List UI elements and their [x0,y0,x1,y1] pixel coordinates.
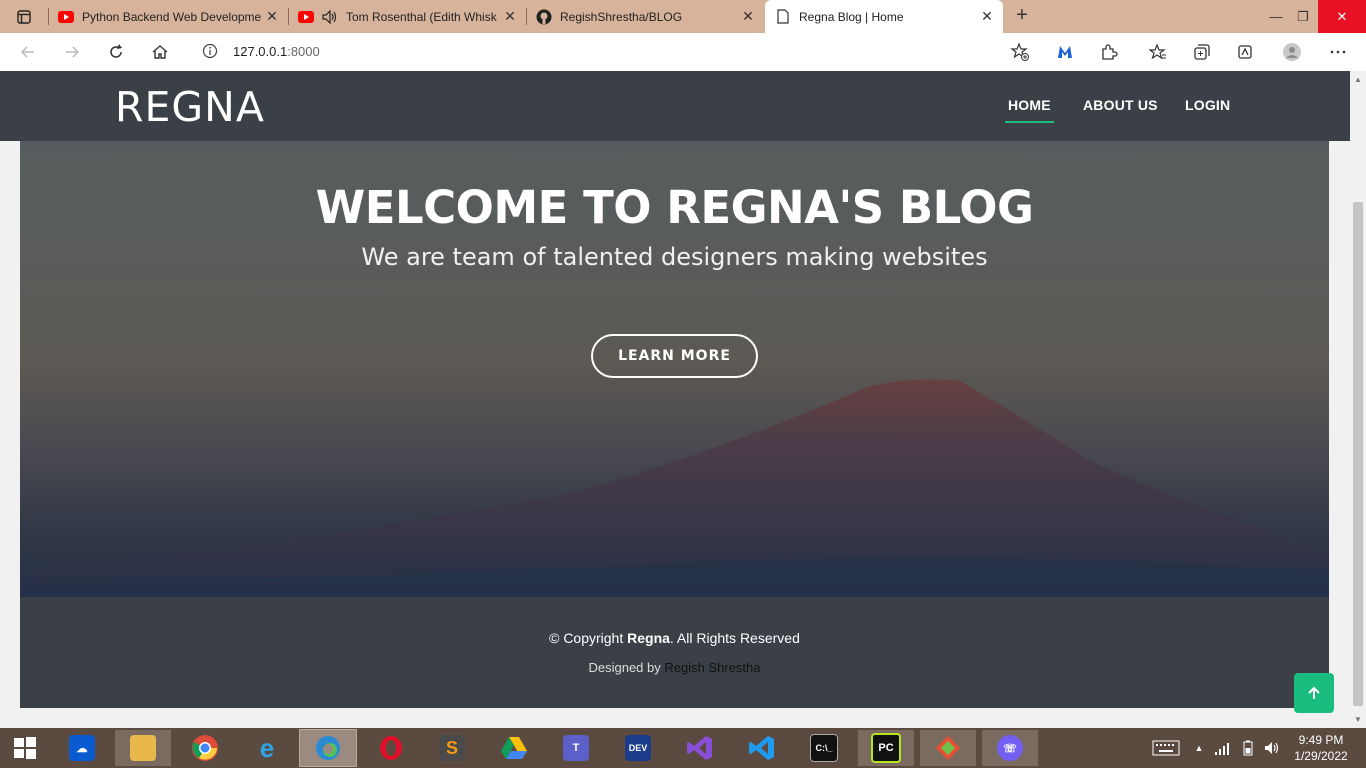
new-tab-button[interactable]: + [1010,4,1034,28]
touch-keyboard-icon[interactable] [1150,728,1182,768]
tab-actions-icon[interactable] [8,6,40,28]
tab-close-icon[interactable]: ✕ [500,8,520,25]
viber-taskbar-icon[interactable]: ☏ [982,730,1038,766]
git-gui-taskbar-icon[interactable] [920,730,976,766]
teams-taskbar-icon[interactable]: T [548,730,604,766]
copyright-prefix: © Copyright [549,630,628,646]
nav-login[interactable]: LOGIN [1185,97,1230,113]
battery-icon[interactable] [1237,728,1259,768]
hero-title: WELCOME TO REGNA'S BLOG [315,181,1034,234]
back-to-top-button[interactable] [1294,673,1334,713]
speaker-icon[interactable] [322,9,338,25]
page-viewport: WELCOME TO REGNA'S BLOG We are team of t… [0,71,1350,728]
refresh-button[interactable] [104,40,128,64]
youtube-icon [298,9,314,25]
tab-separator [526,8,527,25]
internet-explorer-taskbar-icon[interactable]: e [239,730,295,766]
collections-icon[interactable] [1191,41,1213,63]
onedrive-taskbar-icon[interactable]: ☁ [54,730,110,766]
tab-title: Regna Blog | Home [799,9,904,24]
favorites-icon[interactable] [1147,41,1169,63]
forward-button[interactable] [60,40,84,64]
tab-separator [288,8,289,25]
url-port: :8000 [287,44,320,59]
restore-button[interactable]: ❐ [1289,0,1317,33]
clock-time: 9:49 PM [1298,733,1344,747]
nav-about-us[interactable]: ABOUT US [1083,97,1158,113]
designer-link[interactable]: Regish Shrestha [664,660,760,675]
windows-taskbar: ☁ e S T DEV C:\_ PC ☏ ▲ 9:49 PM 1/29/202… [0,728,1366,768]
vscode-taskbar-icon[interactable] [734,730,790,766]
scroll-up-icon[interactable]: ▲ [1354,75,1362,84]
url-text: 127.0.0.1:8000 [233,44,320,59]
chrome-taskbar-icon[interactable] [177,730,233,766]
profile-avatar-icon[interactable] [1281,41,1303,63]
learn-more-button[interactable]: LEARN MORE [591,334,758,378]
page-icon [775,9,791,25]
opera-taskbar-icon[interactable] [363,730,419,766]
arrow-up-icon [1308,686,1320,699]
tab-github-blog[interactable]: RegishShrestha/BLOG ✕ [526,0,764,33]
url-host: 127.0.0.1 [233,44,288,59]
tab-close-icon[interactable]: ✕ [262,8,282,25]
nav-home[interactable]: HOME [1005,97,1054,123]
more-options-icon[interactable] [1327,41,1349,63]
github-icon [536,9,552,25]
copyright-text: © Copyright Regna. All Rights Reserved [20,630,1329,646]
home-button[interactable] [148,40,172,64]
designed-by-prefix: Designed by [588,660,665,675]
tab-title: Tom Rosenthal (Edith Whisk [346,9,497,24]
sublime-text-taskbar-icon[interactable]: S [424,730,480,766]
performance-icon[interactable] [1234,41,1256,63]
network-signal-icon[interactable] [1212,728,1234,768]
page-container: WELCOME TO REGNA'S BLOG We are team of t… [20,71,1329,708]
tab-close-icon[interactable]: ✕ [738,8,758,25]
malwarebytes-extension-icon[interactable] [1054,41,1076,63]
tab-separator [48,8,49,25]
tab-title: Python Backend Web Developme [82,9,262,24]
file-explorer-taskbar-icon[interactable] [115,730,171,766]
copyright-suffix: . All Rights Reserved [669,630,800,646]
pycharm-taskbar-icon[interactable]: PC [858,730,914,766]
windows-start-icon[interactable] [0,728,50,768]
site-logo[interactable]: REGNA [115,83,265,131]
close-window-button[interactable]: ✕ [1318,0,1366,33]
volume-icon[interactable] [1261,728,1283,768]
site-footer: © Copyright Regna. All Rights Reserved D… [20,597,1329,708]
clock-date: 1/29/2022 [1294,749,1348,763]
add-favorite-icon[interactable] [1010,42,1030,62]
edge-taskbar-icon[interactable] [299,729,357,767]
hero-subtitle: We are team of talented designers making… [361,243,988,271]
back-button[interactable] [16,40,40,64]
tab-close-icon[interactable]: ✕ [977,8,997,25]
browser-toolbar: 127.0.0.1:8000 [0,33,1366,71]
site-header: REGNA HOME ABOUT US LOGIN [0,71,1350,141]
designed-by-text: Designed by Regish Shrestha [20,660,1329,675]
tab-strip: Python Backend Web Developme ✕ Tom Rosen… [0,0,1366,33]
scrollbar-thumb[interactable] [1353,202,1363,706]
scroll-down-icon[interactable]: ▼ [1354,715,1362,724]
tab-title: RegishShrestha/BLOG [560,9,683,24]
tab-regna-blog[interactable]: Regna Blog | Home ✕ [765,0,1003,33]
command-prompt-taskbar-icon[interactable]: C:\_ [796,730,852,766]
minimize-button[interactable]: — [1263,0,1289,33]
tab-tom-rosenthal[interactable]: Tom Rosenthal (Edith Whisk ✕ [288,0,526,33]
address-bar[interactable]: 127.0.0.1:8000 [188,36,1036,67]
visual-studio-taskbar-icon[interactable] [672,730,728,766]
info-icon[interactable] [202,43,218,59]
tab-python-backend[interactable]: Python Backend Web Developme ✕ [48,0,288,33]
show-hidden-icons-icon[interactable]: ▲ [1192,728,1206,768]
dev-cpp-taskbar-icon[interactable]: DEV [610,730,666,766]
taskbar-clock[interactable]: 9:49 PM 1/29/2022 [1288,732,1354,764]
extensions-icon[interactable] [1098,41,1120,63]
copyright-brand: Regna [627,630,670,646]
page-scrollbar[interactable]: ▲ ▼ [1350,71,1366,728]
google-drive-taskbar-icon[interactable] [486,730,542,766]
youtube-icon [58,9,74,25]
